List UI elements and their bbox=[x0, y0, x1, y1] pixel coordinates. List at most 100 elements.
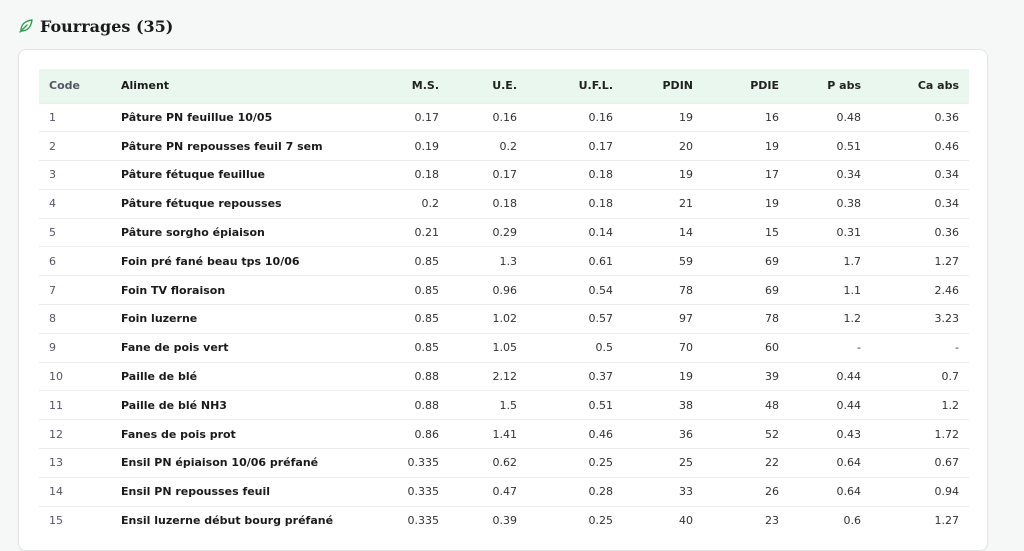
cell-ca-abs: 0.67 bbox=[934, 456, 960, 470]
cell-ms: 0.21 bbox=[414, 226, 440, 240]
cell-aliment: Pâture PN feuillue 10/05 bbox=[121, 110, 273, 124]
cell-code: 12 bbox=[49, 427, 63, 441]
cell-ms: 0.85 bbox=[414, 254, 440, 268]
cell-ca-abs: 0.94 bbox=[934, 485, 960, 499]
cell-pdie: 16 bbox=[765, 110, 779, 124]
cell-pdin: 33 bbox=[679, 485, 693, 499]
table-row[interactable]: 15 Ensil luzerne début bourg préfané 0.335… bbox=[39, 506, 969, 535]
cell-ue: 2.12 bbox=[492, 370, 518, 384]
table-row[interactable]: 5 Pâture sorgho épiaison 0.21 0.29 0.14 14 15 0… bbox=[39, 218, 969, 247]
cell-ufl: 0.16 bbox=[588, 110, 614, 124]
column-header-p-abs[interactable]: P abs bbox=[789, 69, 871, 103]
leaf-icon bbox=[19, 19, 33, 33]
cell-code: 9 bbox=[49, 341, 56, 355]
table-row[interactable]: 14 Ensil PN repousses feuil 0.335 0.47 0.28 3… bbox=[39, 477, 969, 506]
column-header-code[interactable]: Code bbox=[39, 69, 111, 103]
cell-ue: 1.02 bbox=[492, 312, 518, 326]
cell-ms: 0.86 bbox=[414, 427, 440, 441]
cell-ms: 0.88 bbox=[414, 370, 440, 384]
cell-ca-abs: 0.7 bbox=[941, 370, 960, 384]
cell-ue: 0.29 bbox=[492, 226, 518, 240]
cell-ufl: 0.61 bbox=[588, 254, 614, 268]
column-header-ca-abs[interactable]: Ca abs bbox=[871, 69, 969, 103]
table-row[interactable]: 8 Foin luzerne 0.85 1.02 0.57 97 78 1.2 3.23 bbox=[39, 304, 969, 334]
table-row[interactable]: 6 Foin pré fané beau tps 10/06 0.85 1.3 0.61… bbox=[39, 246, 969, 276]
cell-p-abs: 0.64 bbox=[836, 485, 862, 499]
cell-aliment: Fane de pois vert bbox=[121, 341, 229, 355]
table-row[interactable]: 10 Paille de blé 0.88 2.12 0.37 19 39 0.44 0.7 bbox=[39, 362, 969, 391]
table-row[interactable]: 9 Fane de pois vert 0.85 1.05 0.5 70 60 - - bbox=[39, 333, 969, 362]
cell-ue: 0.2 bbox=[499, 139, 518, 153]
cell-ca-abs: 1.2 bbox=[941, 398, 960, 412]
cell-ue: 1.41 bbox=[492, 427, 518, 441]
table-row[interactable]: 3 Pâture fétuque feuillue 0.18 0.17 0.18 19 17… bbox=[39, 160, 969, 190]
cell-ue: 0.47 bbox=[492, 485, 518, 499]
cell-aliment: Foin TV floraison bbox=[121, 283, 226, 297]
cell-ms: 0.17 bbox=[414, 110, 440, 124]
cell-pdin: 59 bbox=[679, 254, 693, 268]
cell-ufl: 0.54 bbox=[588, 283, 614, 297]
cell-pdin: 36 bbox=[679, 427, 693, 441]
cell-ca-abs: - bbox=[955, 341, 959, 355]
cell-ufl: 0.25 bbox=[588, 514, 614, 528]
table-row[interactable]: 1 Pâture PN feuillue 10/05 0.17 0.16 0.16 19 1… bbox=[39, 103, 969, 132]
cell-p-abs: 0.43 bbox=[836, 427, 862, 441]
cell-code: 3 bbox=[49, 168, 56, 182]
feed-table-card: Code Aliment M.S. U.E. U.F.L. PDIN PDIE … bbox=[18, 49, 988, 551]
table-row[interactable]: 7 Foin TV floraison 0.85 0.96 0.54 78 69 1.1 2.4… bbox=[39, 275, 969, 305]
cell-ufl: 0.18 bbox=[588, 168, 614, 182]
cell-p-abs: 0.31 bbox=[836, 226, 862, 240]
column-header-ue[interactable]: U.E. bbox=[449, 69, 527, 103]
column-header-ufl[interactable]: U.F.L. bbox=[527, 69, 623, 103]
cell-p-abs: 1.7 bbox=[843, 254, 862, 268]
cell-pdie: 22 bbox=[765, 456, 779, 470]
column-header-ms[interactable]: M.S. bbox=[369, 69, 449, 103]
cell-p-abs: 0.51 bbox=[836, 139, 862, 153]
cell-pdin: 19 bbox=[679, 168, 693, 182]
cell-code: 14 bbox=[49, 485, 63, 499]
cell-ue: 1.5 bbox=[499, 398, 518, 412]
table-row[interactable]: 11 Paille de blé NH3 0.88 1.5 0.51 38 48 0.44 1.… bbox=[39, 390, 969, 420]
cell-ms: 0.335 bbox=[407, 456, 440, 470]
cell-ufl: 0.46 bbox=[588, 427, 614, 441]
cell-aliment: Ensil luzerne début bourg préfané bbox=[121, 514, 334, 528]
cell-ue: 0.62 bbox=[492, 456, 518, 470]
table-row[interactable]: 4 Pâture fétuque repousses 0.2 0.18 0.18 21 19… bbox=[39, 189, 969, 218]
cell-pdie: 39 bbox=[765, 370, 779, 384]
cell-code: 7 bbox=[49, 283, 56, 297]
cell-pdie: 69 bbox=[765, 254, 779, 268]
cell-pdin: 78 bbox=[679, 283, 693, 297]
cell-p-abs: 0.34 bbox=[836, 168, 862, 182]
cell-ms: 0.19 bbox=[414, 139, 440, 153]
table-row[interactable]: 12 Fanes de pois prot 0.86 1.41 0.46 36 52 0.43… bbox=[39, 419, 969, 449]
cell-ufl: 0.57 bbox=[588, 312, 614, 326]
cell-aliment: Ensil PN épiaison 10/06 préfané bbox=[121, 456, 319, 470]
column-header-aliment[interactable]: Aliment bbox=[111, 69, 369, 103]
cell-pdin: 14 bbox=[679, 226, 693, 240]
cell-code: 1 bbox=[49, 110, 56, 124]
column-header-pdie[interactable]: PDIE bbox=[703, 69, 789, 103]
cell-ue: 1.05 bbox=[492, 341, 518, 355]
cell-code: 4 bbox=[49, 197, 56, 211]
cell-ca-abs: 0.34 bbox=[934, 168, 960, 182]
cell-ue: 1.3 bbox=[499, 254, 518, 268]
cell-p-abs: 0.44 bbox=[836, 370, 862, 384]
cell-p-abs: 0.38 bbox=[836, 197, 862, 211]
column-header-pdin[interactable]: PDIN bbox=[623, 69, 703, 103]
cell-pdie: 48 bbox=[765, 398, 779, 412]
cell-code: 5 bbox=[49, 226, 56, 240]
cell-pdie: 15 bbox=[765, 226, 779, 240]
cell-code: 13 bbox=[49, 456, 63, 470]
cell-ms: 0.85 bbox=[414, 283, 440, 297]
table-row[interactable]: 2 Pâture PN repousses feuil 7 sem 0.19 0.2 0… bbox=[39, 131, 969, 161]
cell-code: 15 bbox=[49, 514, 63, 528]
cell-code: 11 bbox=[49, 398, 63, 412]
cell-p-abs: 0.44 bbox=[836, 398, 862, 412]
cell-ca-abs: 1.72 bbox=[934, 427, 960, 441]
table-row[interactable]: 13 Ensil PN épiaison 10/06 préfané 0.335 0.… bbox=[39, 448, 969, 478]
cell-pdin: 19 bbox=[679, 370, 693, 384]
cell-ue: 0.96 bbox=[492, 283, 518, 297]
cell-ca-abs: 1.27 bbox=[934, 254, 960, 268]
cell-ms: 0.335 bbox=[407, 514, 440, 528]
cell-ca-abs: 0.34 bbox=[934, 197, 960, 211]
